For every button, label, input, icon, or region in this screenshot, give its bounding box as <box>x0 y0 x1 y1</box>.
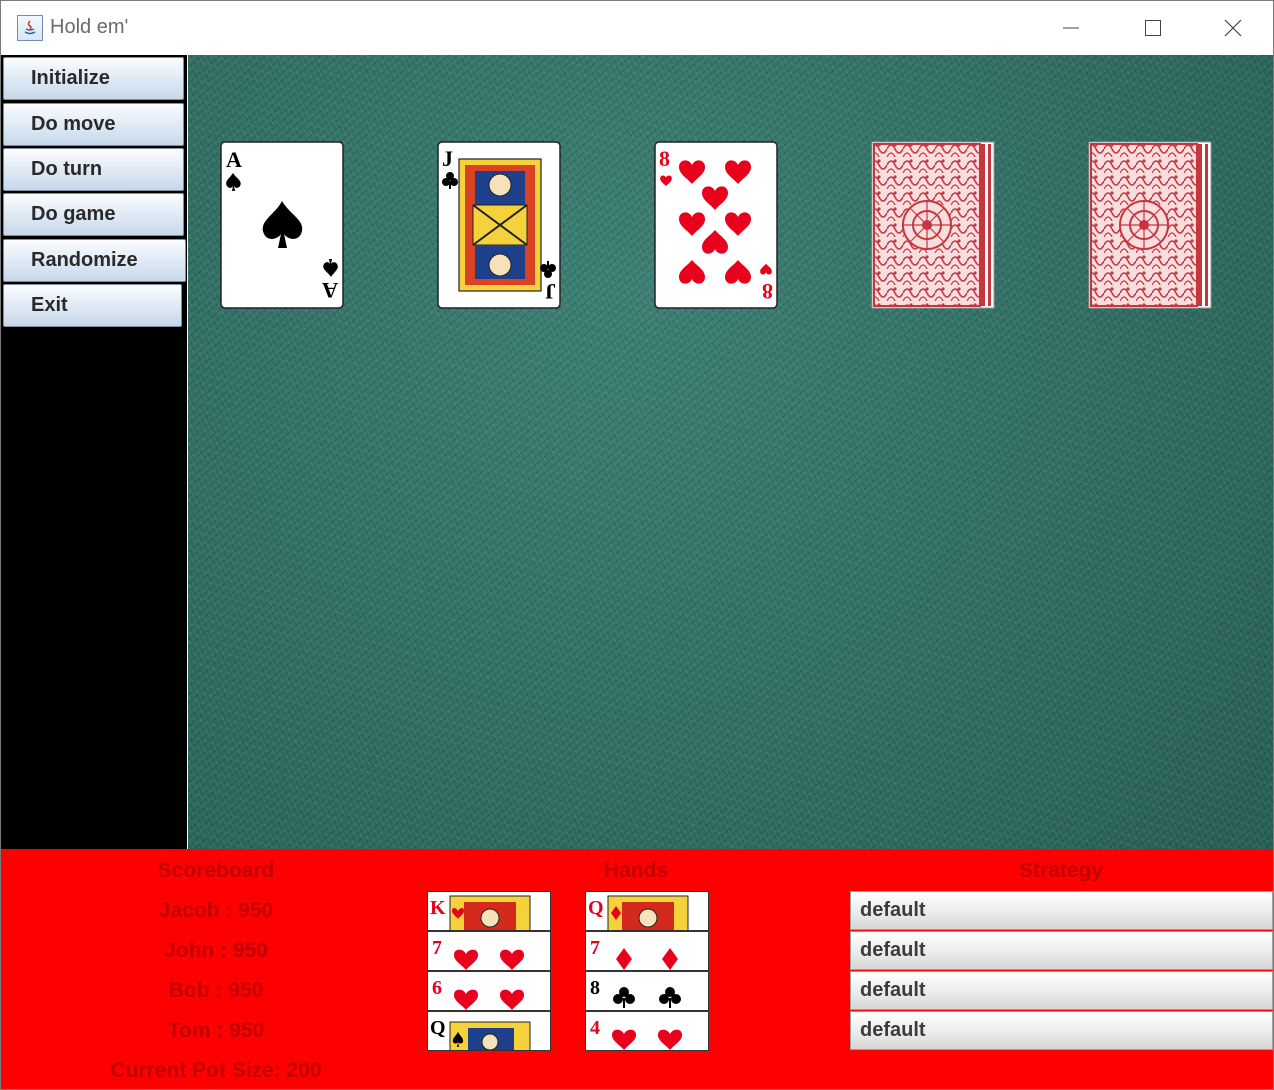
score-bob: Bob : 950 <box>168 979 264 1002</box>
card-rank-label: 8 <box>590 977 600 999</box>
card-rank-label: 4 <box>590 1017 600 1039</box>
card-rank-label: 6 <box>432 977 442 999</box>
community-card-2: J J <box>437 141 561 309</box>
strategy-selector-3[interactable]: default <box>850 971 1273 1010</box>
randomize-button[interactable]: Randomize <box>3 239 186 282</box>
hand-4-card-2: 4 <box>585 1011 709 1051</box>
hand-4-card-1: Q <box>427 1011 551 1051</box>
hand-2-card-2: 7 <box>585 931 709 971</box>
info-panel: Scoreboard Jacob : 950 John : 950 Bob : … <box>1 849 1273 1089</box>
maximize-button[interactable] <box>1117 1 1189 55</box>
do-turn-button[interactable]: Do turn <box>3 148 184 191</box>
card-rank-label: 8 <box>659 146 670 171</box>
hand-1-card-2: Q <box>585 891 709 931</box>
card-rank-label: A <box>322 278 338 303</box>
hand-2-card-1: 7 <box>427 931 551 971</box>
app-window: Hold em' Initialize Do move Do turn Do g… <box>0 0 1274 1090</box>
control-sidebar: Initialize Do move Do turn Do game Rando… <box>1 55 187 849</box>
card-rank-label: 8 <box>762 279 773 304</box>
scoreboard-title: Scoreboard <box>157 859 275 882</box>
card-rank-label: Q <box>430 1017 446 1039</box>
strategy-selector-1[interactable]: default <box>850 891 1273 930</box>
hand-3-card-2: 8 <box>585 971 709 1011</box>
card-rank-label: Q <box>588 897 604 919</box>
community-card-1: A A <box>220 141 344 309</box>
community-card-4-face-down <box>871 141 995 309</box>
title-bar: Hold em' <box>1 1 1273 55</box>
card-rank-label: 7 <box>432 937 442 959</box>
close-button[interactable] <box>1197 1 1269 55</box>
java-app-icon <box>17 15 43 41</box>
exit-button[interactable]: Exit <box>3 284 182 327</box>
community-card-5-face-down <box>1088 141 1212 309</box>
card-rank-label: K <box>430 897 446 919</box>
do-move-button[interactable]: Do move <box>3 103 184 146</box>
poker-table-felt: A A J J 8 8 <box>188 55 1273 850</box>
hands-title: Hands <box>603 859 669 882</box>
strategy-selector-2[interactable]: default <box>850 931 1273 970</box>
strategy-selector-4[interactable]: default <box>850 1011 1273 1050</box>
strategy-title: Strategy <box>1018 859 1104 882</box>
community-card-3: 8 8 <box>654 141 778 309</box>
minimize-button[interactable] <box>1035 1 1107 55</box>
score-john: John : 950 <box>164 939 268 962</box>
window-title: Hold em' <box>50 16 129 38</box>
initialize-button[interactable]: Initialize <box>3 57 184 100</box>
score-tom: Tom : 950 <box>167 1019 265 1042</box>
card-rank-label: J <box>545 279 556 304</box>
score-jacob: Jacob : 950 <box>158 899 274 922</box>
do-game-button[interactable]: Do game <box>3 193 184 236</box>
card-rank-label: A <box>226 147 242 172</box>
hand-1-card-1: K <box>427 891 551 931</box>
hand-3-card-1: 6 <box>427 971 551 1011</box>
card-rank-label: 7 <box>590 937 600 959</box>
current-pot-size: Current Pot Size: 200 <box>110 1059 322 1082</box>
card-rank-label: J <box>442 146 453 171</box>
